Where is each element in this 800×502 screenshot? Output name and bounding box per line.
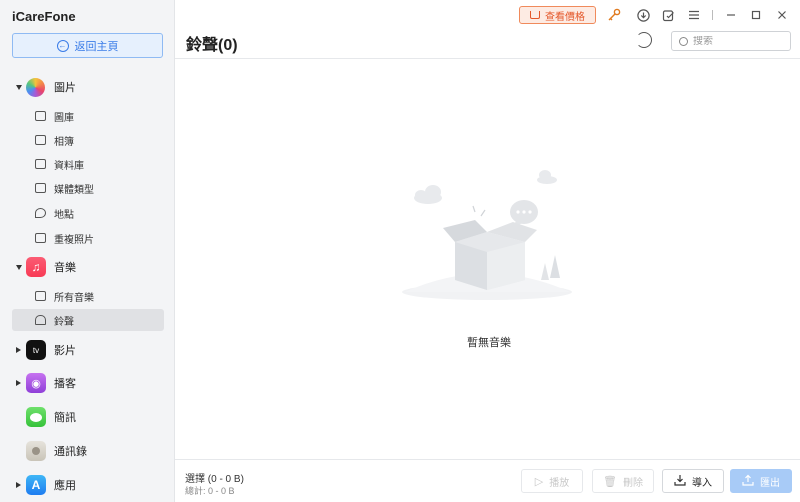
toolbar-separator <box>712 10 713 20</box>
sidebar-category-label: 播客 <box>54 378 76 390</box>
sidebar-category-apps[interactable]: A 應用 <box>0 473 175 497</box>
import-label: 導入 <box>692 477 712 489</box>
play-icon: ▷ <box>534 475 544 488</box>
export-button[interactable]: 匯出 <box>730 469 792 493</box>
key-icon[interactable] <box>607 8 621 22</box>
menu-icon[interactable] <box>687 8 701 22</box>
empty-box-illustration <box>402 170 572 300</box>
search-icon <box>679 36 688 46</box>
sidebar-item-label: 地點 <box>54 209 74 221</box>
sidebar-item-ringtones[interactable]: 鈴聲 <box>12 309 164 331</box>
sidebar-category-music[interactable]: ♫ 音樂 <box>0 255 175 279</box>
sidebar-item-media-types[interactable]: 媒體類型 <box>12 177 164 199</box>
page-title: 鈴聲(0) <box>186 37 238 54</box>
delete-button[interactable]: 🗑 刪除 <box>592 469 654 493</box>
collapse-arrow-icon <box>16 380 21 386</box>
sidebar-item-library[interactable]: 資料庫 <box>12 153 164 175</box>
empty-state-text: 暫無音樂 <box>467 337 511 349</box>
back-home-button[interactable]: ← 返回主頁 <box>12 33 163 58</box>
download-icon[interactable] <box>636 8 650 22</box>
sidebar-item-label: 重複照片 <box>54 234 94 246</box>
trash-icon: 🗑 <box>603 475 617 488</box>
header-divider <box>175 58 800 59</box>
play-label: 播放 <box>549 477 570 489</box>
contacts-icon <box>26 441 46 461</box>
collapse-arrow-icon <box>16 347 21 353</box>
total-summary: 總計: 0 - 0 B <box>185 486 235 496</box>
sidebar-item-all-music[interactable]: 所有音樂 <box>12 285 164 307</box>
cart-icon <box>530 11 540 19</box>
messages-icon <box>26 407 46 427</box>
close-icon[interactable] <box>775 8 789 22</box>
sidebar-item-albums[interactable]: 相簿 <box>12 129 164 151</box>
minimize-icon[interactable] <box>724 8 738 22</box>
back-home-label: 返回主頁 <box>74 40 119 53</box>
sidebar-item-label: 圖庫 <box>54 112 74 124</box>
gallery-icon <box>35 111 46 121</box>
home-music-icon <box>35 291 46 301</box>
app-title: iCareFone <box>12 9 76 24</box>
back-arrow-icon: ← <box>56 39 69 52</box>
selection-summary: 選擇 (0 - 0 B) <box>185 474 244 485</box>
delete-label: 刪除 <box>622 477 643 489</box>
play-button[interactable]: ▷ 播放 <box>521 469 583 493</box>
video-camera-icon <box>35 183 46 193</box>
sidebar-category-videos[interactable]: tv 影片 <box>0 338 175 362</box>
refresh-icon[interactable] <box>636 32 652 48</box>
music-icon: ♫ <box>26 257 46 277</box>
import-icon <box>674 474 686 489</box>
albums-icon <box>35 135 46 145</box>
search-input[interactable] <box>693 35 783 47</box>
export-label: 匯出 <box>760 477 780 489</box>
sidebar-item-label: 相簿 <box>54 136 74 148</box>
view-price-label: 查看價格 <box>545 11 585 23</box>
appstore-icon: A <box>26 475 46 495</box>
bell-icon <box>35 315 46 325</box>
location-pin-icon <box>35 208 46 218</box>
sidebar-item-label: 鈴聲 <box>54 316 74 328</box>
sidebar-item-label: 所有音樂 <box>54 292 94 304</box>
sidebar: iCareFone ← 返回主頁 圖片 圖庫 相簿 資料庫 媒體類型 地點 重複… <box>0 0 175 502</box>
bottom-bar: 選擇 (0 - 0 B) 總計: 0 - 0 B ▷ 播放 🗑 刪除 導入 匯出 <box>175 459 800 502</box>
sidebar-category-label: 音樂 <box>54 262 76 274</box>
sidebar-category-contacts[interactable]: 通訊錄 <box>0 439 175 463</box>
sidebar-category-label: 影片 <box>54 345 76 357</box>
view-price-button[interactable]: 查看價格 <box>519 6 596 24</box>
import-button[interactable]: 導入 <box>662 469 724 493</box>
expand-arrow-icon <box>16 264 22 270</box>
sidebar-category-label: 圖片 <box>54 82 76 94</box>
maximize-icon[interactable] <box>749 8 763 22</box>
sidebar-item-label: 媒體類型 <box>54 184 94 196</box>
library-icon <box>35 159 46 169</box>
sidebar-category-messages[interactable]: 簡訊 <box>0 405 175 429</box>
search-box[interactable] <box>671 31 791 51</box>
duplicate-photos-icon <box>35 233 46 243</box>
sidebar-item-label: 資料庫 <box>54 160 84 172</box>
feedback-icon[interactable] <box>661 8 675 22</box>
podcast-icon: ◉ <box>26 373 46 393</box>
sidebar-item-places[interactable]: 地點 <box>12 202 164 224</box>
sidebar-category-label: 簡訊 <box>54 412 76 424</box>
export-icon <box>742 474 754 489</box>
collapse-arrow-icon <box>16 482 21 488</box>
sidebar-item-duplicates[interactable]: 重複照片 <box>12 227 164 249</box>
expand-arrow-icon <box>16 84 22 90</box>
tv-icon: tv <box>26 340 46 360</box>
sidebar-category-podcasts[interactable]: ◉ 播客 <box>0 371 175 395</box>
sidebar-category-label: 通訊錄 <box>54 446 87 458</box>
sidebar-category-label: 應用 <box>54 480 76 492</box>
sidebar-item-gallery[interactable]: 圖庫 <box>12 105 164 127</box>
photos-icon <box>26 77 45 97</box>
sidebar-category-photos[interactable]: 圖片 <box>0 75 175 99</box>
